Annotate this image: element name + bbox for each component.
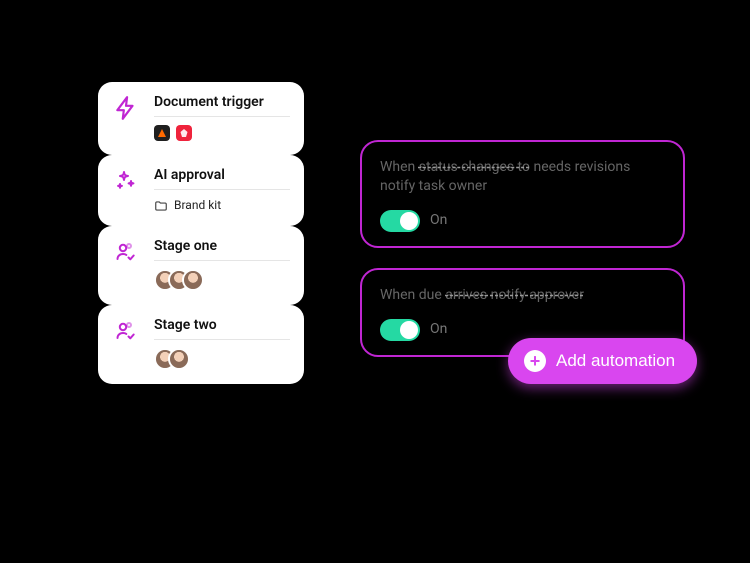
plus-icon: + (524, 350, 546, 372)
automations-column: When status changes to needs revisions n… (360, 140, 685, 357)
app-badge-icon (176, 125, 192, 141)
stage-document-trigger[interactable]: Document trigger (98, 82, 304, 155)
avatar (168, 348, 190, 370)
automation-text: When status changes to needs revisions n… (380, 158, 665, 196)
toggle-label: On (430, 320, 447, 339)
avatar (182, 269, 204, 291)
assignee-avatars (154, 348, 290, 370)
toggle-label: On (430, 211, 447, 230)
automation-toggle[interactable] (380, 319, 420, 341)
folder-icon (154, 198, 168, 212)
sparkle-icon (112, 167, 140, 195)
stage-meta (154, 125, 290, 141)
stage-meta: Brand kit (154, 198, 290, 212)
add-automation-button[interactable]: + Add automation (508, 338, 697, 384)
person-check-icon (112, 317, 140, 345)
assignee-avatars (154, 269, 290, 291)
connector-stage-to-automation (304, 321, 360, 323)
stage-subtext: Brand kit (174, 198, 221, 212)
automation-rule[interactable]: When status changes to needs revisions n… (360, 140, 685, 248)
stage-title: Stage one (154, 238, 290, 261)
stage-one[interactable]: Stage one (98, 226, 304, 305)
stage-two[interactable]: Stage two (98, 305, 304, 384)
stage-title: Document trigger (154, 94, 290, 117)
stage-ai-approval[interactable]: AI approval Brand kit (98, 155, 304, 226)
app-badge-icon (154, 125, 170, 141)
automation-toggle[interactable] (380, 210, 420, 232)
automation-text: When due arrives notify approver (380, 286, 665, 305)
workflow-stages-column: Document trigger AI approval Brand kit (98, 82, 304, 384)
add-automation-label: Add automation (556, 351, 675, 371)
stage-title: Stage two (154, 317, 290, 340)
stage-title: AI approval (154, 167, 290, 190)
person-check-icon (112, 238, 140, 266)
lightning-icon (112, 94, 140, 122)
